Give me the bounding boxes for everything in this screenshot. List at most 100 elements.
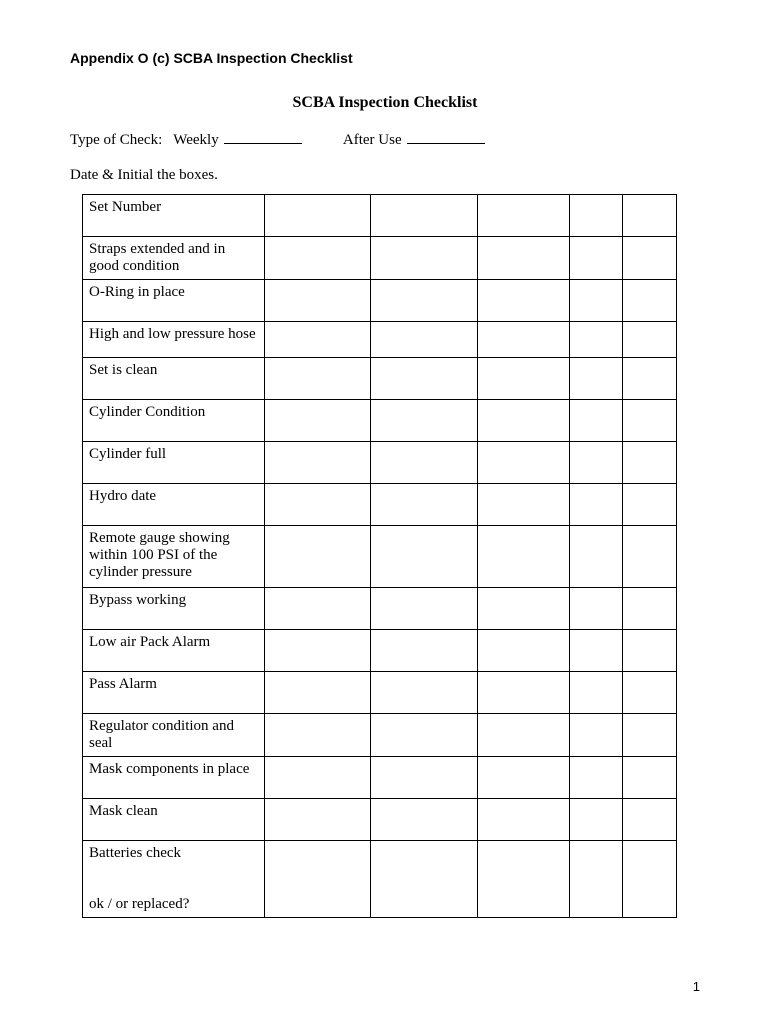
- checkbox-cell[interactable]: [371, 630, 478, 672]
- table-row: Set is clean: [83, 358, 677, 400]
- row-label: Remote gauge showing within 100 PSI of t…: [83, 526, 265, 588]
- checkbox-cell[interactable]: [569, 237, 623, 280]
- checkbox-cell[interactable]: [569, 195, 623, 237]
- checkbox-cell[interactable]: [623, 400, 677, 442]
- checkbox-cell[interactable]: [477, 630, 569, 672]
- checkbox-cell[interactable]: [477, 358, 569, 400]
- checkbox-cell[interactable]: [623, 484, 677, 526]
- checkbox-cell[interactable]: [477, 400, 569, 442]
- checkbox-cell[interactable]: [264, 358, 371, 400]
- checkbox-cell[interactable]: [569, 841, 623, 918]
- checkbox-cell[interactable]: [569, 484, 623, 526]
- checkbox-cell[interactable]: [569, 358, 623, 400]
- checkbox-cell[interactable]: [623, 841, 677, 918]
- checkbox-cell[interactable]: [623, 672, 677, 714]
- checkbox-cell[interactable]: [477, 526, 569, 588]
- document-title: SCBA Inspection Checklist: [70, 94, 700, 112]
- checkbox-cell[interactable]: [477, 757, 569, 799]
- row-label: Bypass working: [83, 588, 265, 630]
- checkbox-cell[interactable]: [477, 280, 569, 322]
- checkbox-cell[interactable]: [623, 322, 677, 358]
- checkbox-cell[interactable]: [623, 280, 677, 322]
- checkbox-cell[interactable]: [569, 588, 623, 630]
- checkbox-cell[interactable]: [477, 442, 569, 484]
- checkbox-cell[interactable]: [569, 799, 623, 841]
- checkbox-cell[interactable]: [264, 630, 371, 672]
- table-row: High and low pressure hose: [83, 322, 677, 358]
- checkbox-cell[interactable]: [264, 841, 371, 918]
- row-label: Batteries checkok / or replaced?: [83, 841, 265, 918]
- checkbox-cell[interactable]: [371, 400, 478, 442]
- checkbox-cell[interactable]: [569, 400, 623, 442]
- row-label: Cylinder Condition: [83, 400, 265, 442]
- checkbox-cell[interactable]: [623, 714, 677, 757]
- checkbox-cell[interactable]: [477, 237, 569, 280]
- checkbox-cell[interactable]: [371, 714, 478, 757]
- checkbox-cell[interactable]: [371, 799, 478, 841]
- checkbox-cell[interactable]: [264, 400, 371, 442]
- checkbox-cell[interactable]: [623, 630, 677, 672]
- page-number: 1: [693, 979, 700, 994]
- checkbox-cell[interactable]: [371, 526, 478, 588]
- checkbox-cell[interactable]: [371, 588, 478, 630]
- row-label: Mask clean: [83, 799, 265, 841]
- checkbox-cell[interactable]: [569, 714, 623, 757]
- table-row: Mask components in place: [83, 757, 677, 799]
- checkbox-cell[interactable]: [569, 672, 623, 714]
- checkbox-cell[interactable]: [569, 526, 623, 588]
- checkbox-cell[interactable]: [264, 799, 371, 841]
- row-label: Hydro date: [83, 484, 265, 526]
- checkbox-cell[interactable]: [623, 358, 677, 400]
- checkbox-cell[interactable]: [371, 841, 478, 918]
- row-label: O-Ring in place: [83, 280, 265, 322]
- row-label: Straps extended and in good condition: [83, 237, 265, 280]
- checkbox-cell[interactable]: [371, 484, 478, 526]
- checkbox-cell[interactable]: [371, 280, 478, 322]
- checkbox-cell[interactable]: [264, 442, 371, 484]
- checkbox-cell[interactable]: [477, 195, 569, 237]
- after-use-blank[interactable]: [407, 130, 485, 144]
- checkbox-cell[interactable]: [264, 237, 371, 280]
- checkbox-cell[interactable]: [477, 484, 569, 526]
- table-row: O-Ring in place: [83, 280, 677, 322]
- checkbox-cell[interactable]: [264, 588, 371, 630]
- checkbox-cell[interactable]: [477, 672, 569, 714]
- checkbox-cell[interactable]: [623, 757, 677, 799]
- checkbox-cell[interactable]: [623, 799, 677, 841]
- checkbox-cell[interactable]: [264, 280, 371, 322]
- checkbox-cell[interactable]: [623, 588, 677, 630]
- checkbox-cell[interactable]: [264, 195, 371, 237]
- checkbox-cell[interactable]: [371, 672, 478, 714]
- checkbox-cell[interactable]: [477, 322, 569, 358]
- checkbox-cell[interactable]: [623, 442, 677, 484]
- checkbox-cell[interactable]: [477, 588, 569, 630]
- checkbox-cell[interactable]: [477, 714, 569, 757]
- checkbox-cell[interactable]: [569, 322, 623, 358]
- type-of-check-line: Type of Check: Weekly After Use: [70, 130, 700, 149]
- checkbox-cell[interactable]: [371, 322, 478, 358]
- checkbox-cell[interactable]: [477, 799, 569, 841]
- checkbox-cell[interactable]: [623, 195, 677, 237]
- checkbox-cell[interactable]: [264, 322, 371, 358]
- checkbox-cell[interactable]: [371, 442, 478, 484]
- checkbox-cell[interactable]: [569, 280, 623, 322]
- checkbox-cell[interactable]: [569, 757, 623, 799]
- checkbox-cell[interactable]: [623, 526, 677, 588]
- checkbox-cell[interactable]: [623, 237, 677, 280]
- row-label: Mask components in place: [83, 757, 265, 799]
- checkbox-cell[interactable]: [264, 484, 371, 526]
- checkbox-cell[interactable]: [371, 237, 478, 280]
- checkbox-cell[interactable]: [477, 841, 569, 918]
- checkbox-cell[interactable]: [569, 442, 623, 484]
- table-row: Straps extended and in good condition: [83, 237, 677, 280]
- checkbox-cell[interactable]: [264, 757, 371, 799]
- checkbox-cell[interactable]: [569, 630, 623, 672]
- weekly-blank[interactable]: [224, 130, 302, 144]
- checkbox-cell[interactable]: [371, 757, 478, 799]
- checkbox-cell[interactable]: [371, 195, 478, 237]
- table-row: Low air Pack Alarm: [83, 630, 677, 672]
- checkbox-cell[interactable]: [264, 526, 371, 588]
- checkbox-cell[interactable]: [264, 672, 371, 714]
- checkbox-cell[interactable]: [371, 358, 478, 400]
- checkbox-cell[interactable]: [264, 714, 371, 757]
